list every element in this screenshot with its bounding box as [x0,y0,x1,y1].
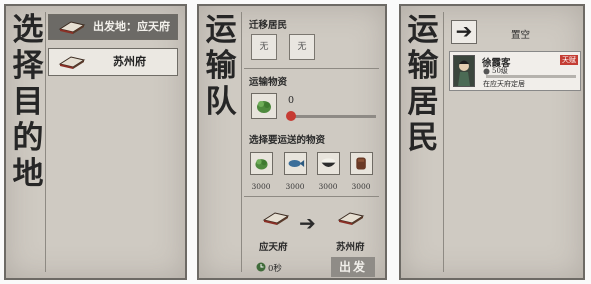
scroll-icon [337,212,365,225]
transport-goods-label: 运输物资 [249,77,288,88]
resident-portrait [453,55,475,87]
title-char: 民 [407,120,439,156]
good-option-rice[interactable] [317,152,340,175]
resident-card[interactable]: 徐霞客 天赋 50级 在应天府定居 [449,51,581,91]
divider [45,12,46,272]
scroll-icon [262,212,290,225]
title-char: 择 [12,48,44,84]
divider [241,12,242,272]
title-char: 输 [205,48,237,84]
assign-arrow-button[interactable]: ➔ [451,20,477,44]
good-option-fish[interactable] [284,152,307,175]
scroll-icon [58,21,86,34]
transport-team-panel: 运 输 队 迁移居民 无 无 运输物资 0 选择要运送的物资 3000 3000 [197,4,387,280]
origin-city-label: 出发地：应天府 [93,20,170,33]
to-city-label: 苏州府 [336,242,365,253]
travel-time: 0秒 [268,264,282,274]
destination-panel: 选 择 目 的 地 出发地：应天府 苏州府 [4,4,187,280]
rice-bowl-icon [321,158,336,167]
panel-title-transport-residents: 运 输 居 民 [405,12,441,156]
arrow-right-icon: ➔ [299,211,316,235]
separator [244,196,379,197]
clear-label[interactable]: 置空 [511,27,530,41]
clock-icon [256,262,266,272]
resident-status: 在应天府定居 [483,80,525,88]
title-char: 选 [12,12,44,48]
good-amount: 3000 [285,182,305,191]
scroll-icon [58,56,86,69]
vegetable-icon [257,101,271,113]
resident-progress-bar [486,75,576,78]
fish-icon [288,160,305,167]
panel-title-transport-team: 运 输 队 [203,12,239,120]
panel-title-select-destination: 选 择 目 的 地 [10,12,46,192]
selected-good-slot[interactable] [251,93,277,119]
good-amount: 3000 [351,182,371,191]
target-city-label: 苏州府 [113,55,146,68]
title-char: 居 [407,84,439,120]
title-char: 队 [205,84,237,120]
vegetable-icon [255,159,268,170]
good-amount: 3000 [251,182,271,191]
cloth-bolt-icon [356,157,366,170]
good-amount: 3000 [318,182,338,191]
title-char: 地 [12,156,44,192]
good-option-cloth[interactable] [350,152,373,175]
separator [244,68,379,69]
transport-residents-panel: 运 输 居 民 ➔ 置空 徐霞客 天赋 50级 在应天府定居 [399,4,585,280]
coin-icon [483,68,490,75]
arrow-right-icon: ➔ [455,19,473,43]
resident-slot-1[interactable]: 无 [251,34,277,60]
resident-slot-2[interactable]: 无 [289,34,315,60]
choose-goods-label: 选择要运送的物资 [249,135,326,146]
migrate-residents-label: 迁移居民 [249,20,288,31]
talent-badge: 天赋 [560,55,578,65]
title-char: 运 [407,12,439,48]
target-city-item[interactable]: 苏州府 [48,48,178,76]
slider-value: 0 [288,95,295,106]
title-char: 目 [12,84,44,120]
good-option-vegetable[interactable] [250,152,273,175]
quantity-slider-knob[interactable] [286,111,296,121]
title-char: 的 [12,120,44,156]
title-char: 运 [205,12,237,48]
quantity-slider-track[interactable] [290,115,376,118]
from-city-label: 应天府 [259,242,288,253]
title-char: 输 [407,48,439,84]
divider [443,12,444,272]
depart-button[interactable]: 出发 [331,257,375,277]
origin-city-item[interactable]: 出发地：应天府 [48,14,178,40]
